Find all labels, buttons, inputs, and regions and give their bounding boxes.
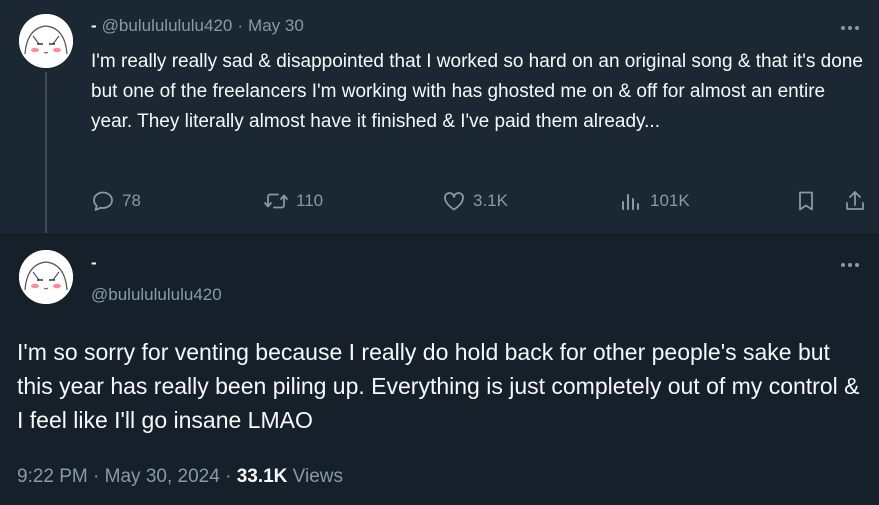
avatar[interactable]	[19, 250, 73, 304]
separator: ·	[225, 466, 232, 487]
retweet-icon	[263, 189, 289, 213]
share-button[interactable]	[843, 186, 867, 216]
retweet-count: 110	[296, 191, 324, 210]
share-icon	[843, 189, 867, 213]
more-dots-icon[interactable]	[839, 254, 861, 276]
reply-button[interactable]: 78	[91, 186, 141, 216]
user-handle[interactable]: @bulululululu420	[102, 16, 233, 36]
bookmark-button[interactable]	[794, 186, 818, 216]
bookmark-icon	[794, 189, 818, 213]
like-count: 3.1K	[473, 191, 508, 210]
views-chart-icon	[619, 189, 643, 213]
more-dots-icon[interactable]	[839, 17, 861, 39]
views-label: Views	[292, 466, 344, 487]
tweet-meta: 9:22 PM · May 30, 2024 · 33.1K Views	[17, 466, 343, 488]
views-button[interactable]: 101K	[619, 186, 690, 216]
reply-count: 78	[122, 191, 141, 210]
retweet-button[interactable]: 110	[263, 186, 323, 216]
views-count: 33.1K	[236, 466, 288, 487]
tweet-date[interactable]: May 30	[248, 16, 304, 36]
main-tweet-text: I'm so sorry for venting because I reall…	[17, 339, 860, 433]
display-name[interactable]: -	[91, 253, 97, 272]
separator: ·	[93, 466, 100, 487]
thread-line	[45, 72, 47, 248]
avatar[interactable]	[19, 14, 73, 68]
like-button[interactable]: 3.1K	[442, 186, 508, 216]
parent-tweet-header: - @bulululululu420 · May 30	[91, 16, 304, 36]
heart-icon	[442, 189, 466, 213]
action-bar: 78 110 3.1K 101K	[91, 186, 869, 216]
tweet-time[interactable]: 9:22 PM	[17, 466, 88, 487]
display-name[interactable]: -	[91, 16, 97, 36]
views-count: 101K	[650, 191, 690, 210]
tweet-date[interactable]: May 30, 2024	[105, 466, 220, 487]
parent-tweet-text: I'm really really sad & disappointed tha…	[91, 51, 863, 132]
separator: ·	[237, 16, 244, 35]
user-handle[interactable]: @bulululululu420	[91, 285, 222, 305]
reply-icon	[91, 189, 115, 213]
